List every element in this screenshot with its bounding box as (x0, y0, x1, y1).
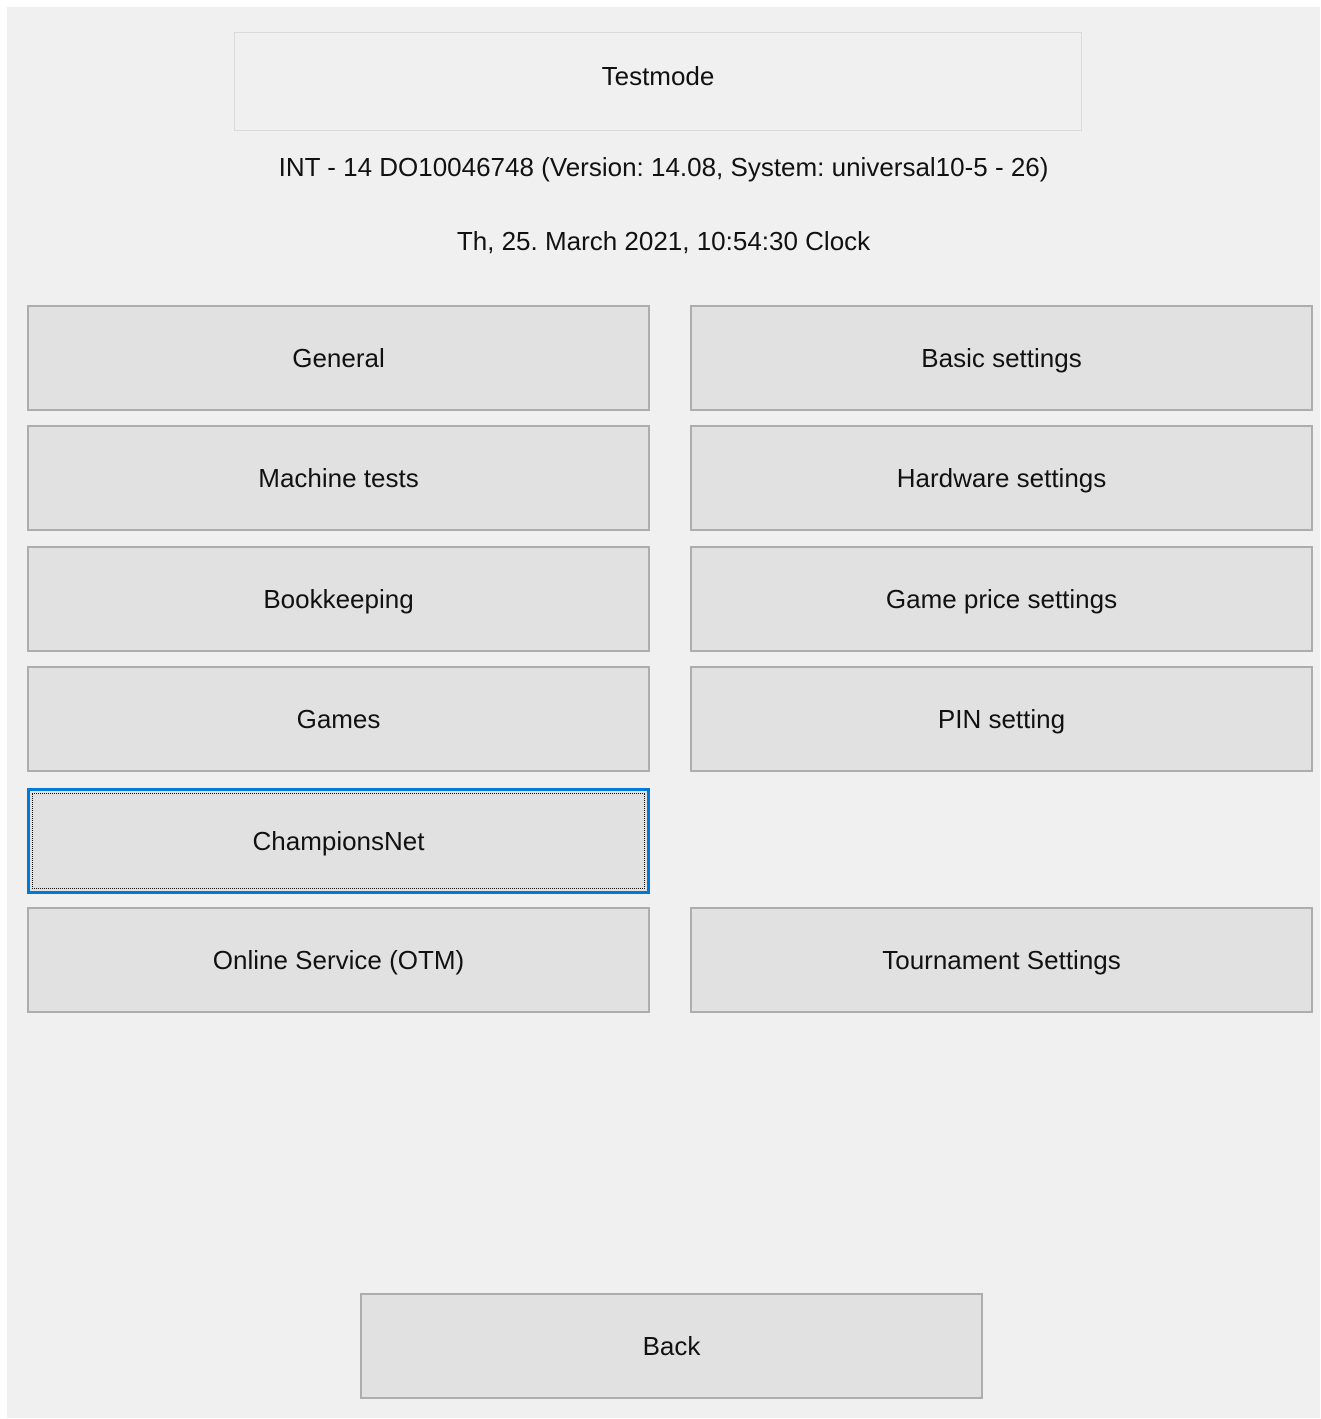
system-info: INT - 14 DO10046748 (Version: 14.08, Sys… (278, 152, 1049, 182)
datetime-display: Th, 25. March 2021, 10:54:30 Clock (456, 226, 871, 256)
general-button[interactable]: General (27, 305, 650, 411)
bookkeeping-button[interactable]: Bookkeeping (27, 546, 650, 652)
championsnet-button[interactable]: ChampionsNet (27, 788, 650, 894)
tournament-settings-button[interactable]: Tournament Settings (690, 907, 1313, 1013)
hardware-settings-button[interactable]: Hardware settings (690, 425, 1313, 531)
basic-settings-button[interactable]: Basic settings (690, 305, 1313, 411)
machine-tests-button[interactable]: Machine tests (27, 425, 650, 531)
pin-setting-button[interactable]: PIN setting (690, 666, 1313, 772)
testmode-window: Testmode INT - 14 DO10046748 (Version: 1… (7, 7, 1320, 1418)
game-price-settings-button[interactable]: Game price settings (690, 546, 1313, 652)
online-service-otm-button[interactable]: Online Service (OTM) (27, 907, 650, 1013)
back-button[interactable]: Back (360, 1293, 983, 1399)
games-button[interactable]: Games (27, 666, 650, 772)
page-title: Testmode (234, 32, 1082, 131)
